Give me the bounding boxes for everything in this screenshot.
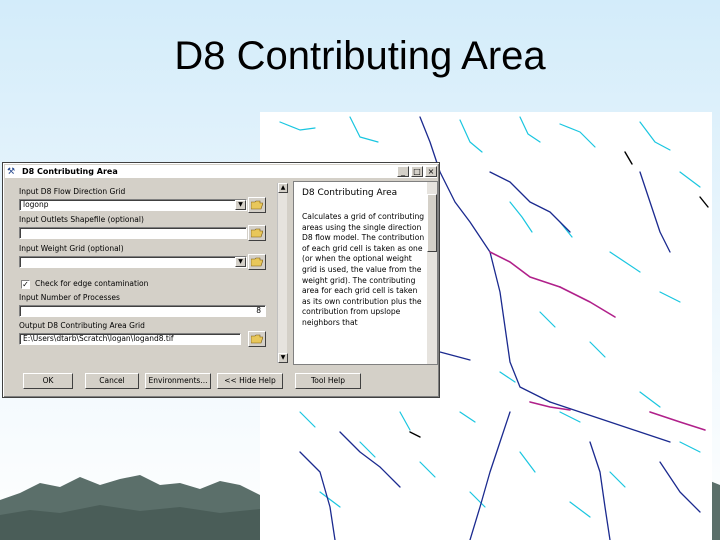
- browse-output-button[interactable]: [248, 331, 266, 347]
- edge-contamination-checkbox[interactable]: ✓: [21, 280, 30, 289]
- browse-weight-grid-button[interactable]: [248, 254, 266, 270]
- maximize-button[interactable]: □: [411, 166, 423, 177]
- help-scroll-thumb[interactable]: [427, 194, 437, 252]
- processes-label: Input Number of Processes: [19, 293, 120, 302]
- scroll-up-icon[interactable]: ▲: [278, 183, 288, 193]
- environments-button[interactable]: Environments...: [145, 373, 211, 389]
- chevron-down-icon[interactable]: ▼: [235, 200, 246, 210]
- hide-help-button[interactable]: << Hide Help: [217, 373, 283, 389]
- tool-icon: ⚒: [7, 166, 16, 177]
- help-title: D8 Contributing Area: [302, 188, 398, 198]
- outlets-input[interactable]: [19, 227, 247, 239]
- scroll-down-icon[interactable]: ▼: [278, 353, 288, 363]
- folder-icon: [251, 334, 263, 344]
- parameters-scrollbar[interactable]: ▲ ▼: [277, 183, 288, 363]
- cancel-button[interactable]: Cancel: [85, 373, 139, 389]
- close-button[interactable]: ×: [425, 166, 437, 177]
- folder-icon: [251, 228, 263, 238]
- dialog-titlebar[interactable]: ⚒ D8 Contributing Area _ □ ×: [5, 165, 437, 179]
- chevron-down-icon[interactable]: ▼: [235, 257, 246, 267]
- dialog-title: D8 Contributing Area: [22, 167, 118, 176]
- folder-icon: [251, 257, 263, 267]
- weight-grid-label: Input Weight Grid (optional): [19, 244, 124, 253]
- tool-help-button[interactable]: Tool Help: [295, 373, 361, 389]
- weight-grid-select[interactable]: ▼: [19, 256, 247, 268]
- flow-direction-select[interactable]: logonp ▼: [19, 199, 247, 211]
- browse-flow-direction-button[interactable]: [248, 197, 266, 213]
- d8-contributing-area-dialog: ⚒ D8 Contributing Area _ □ × Input D8 Fl…: [2, 162, 440, 398]
- output-input[interactable]: E:\Users\dtarb\Scratch\logan\logand8.tif: [19, 333, 241, 345]
- processes-input[interactable]: 8: [19, 305, 266, 317]
- browse-outlets-button[interactable]: [248, 225, 266, 241]
- slide-title: D8 Contributing Area: [174, 34, 546, 78]
- help-scrollbar[interactable]: [427, 182, 437, 364]
- edge-contamination-label: Check for edge contamination: [35, 279, 149, 288]
- ok-button[interactable]: OK: [23, 373, 73, 389]
- help-text: Calculates a grid of contributing areas …: [302, 212, 425, 327]
- flow-direction-value: logonp: [23, 200, 49, 209]
- help-panel: D8 Contributing Area Calculates a grid o…: [293, 181, 438, 365]
- minimize-button[interactable]: _: [397, 166, 409, 177]
- outlets-label: Input Outlets Shapefile (optional): [19, 215, 144, 224]
- folder-icon: [251, 200, 263, 210]
- flow-direction-label: Input D8 Flow Direction Grid: [19, 187, 126, 196]
- output-label: Output D8 Contributing Area Grid: [19, 321, 145, 330]
- parameters-pane: Input D8 Flow Direction Grid logonp ▼ In…: [9, 183, 289, 363]
